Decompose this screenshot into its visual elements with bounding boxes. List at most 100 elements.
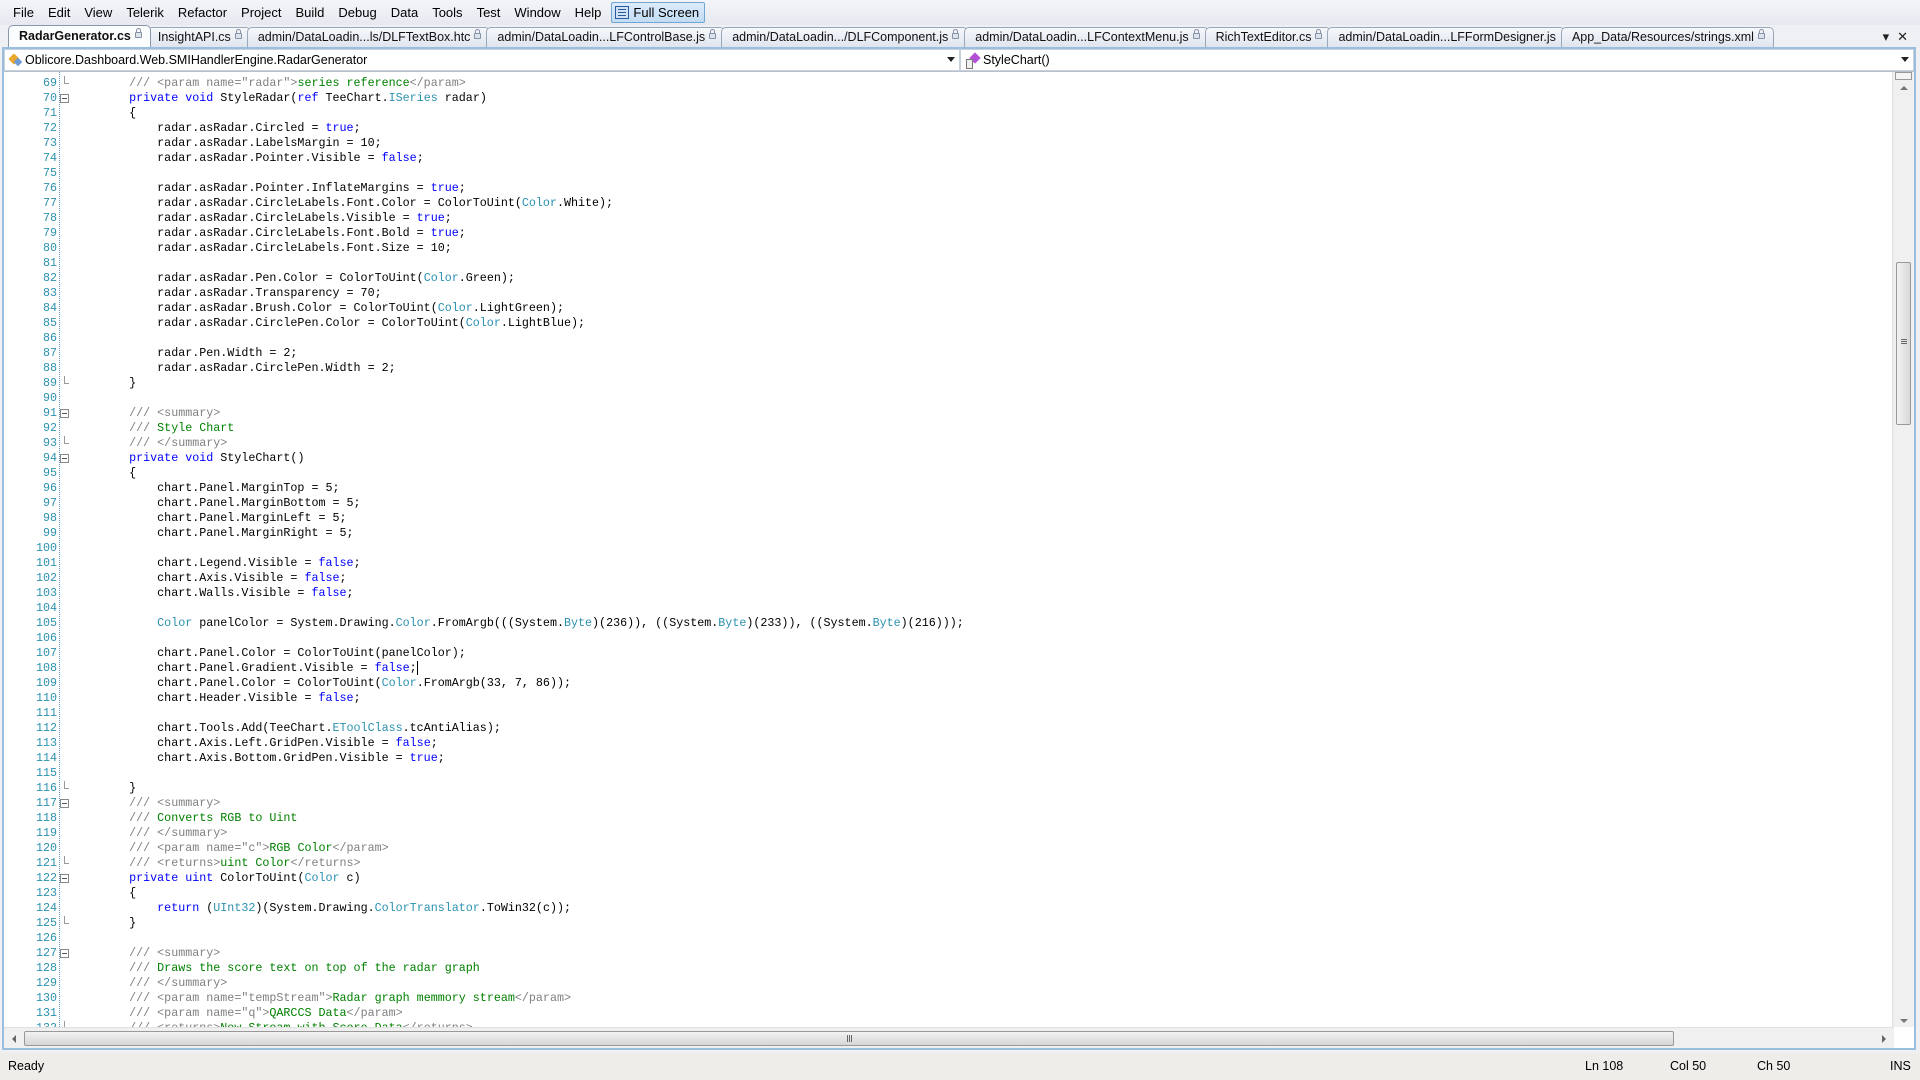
collapse-region-icon[interactable] <box>60 871 69 886</box>
code-line[interactable]: 128 /// Draws the score text on top of t… <box>4 961 1894 976</box>
vertical-scroll-thumb[interactable] <box>1896 262 1911 425</box>
code-line[interactable]: 111 <box>4 706 1894 721</box>
full-screen-button[interactable]: Full Screen <box>611 2 706 23</box>
code-line[interactable]: 75 <box>4 166 1894 181</box>
code-line[interactable]: 114 chart.Axis.Bottom.GridPen.Visible = … <box>4 751 1894 766</box>
code-line[interactable]: 80 radar.asRadar.CircleLabels.Font.Size … <box>4 241 1894 256</box>
scroll-right-arrow-icon[interactable] <box>1882 1035 1886 1043</box>
collapse-region-icon[interactable] <box>60 946 69 961</box>
menu-file[interactable]: File <box>6 2 41 24</box>
code-line[interactable]: 71 { <box>4 106 1894 121</box>
menu-help[interactable]: Help <box>568 2 609 24</box>
code-line[interactable]: 131 /// <param name="q">QARCCS Data</par… <box>4 1006 1894 1021</box>
code-line[interactable]: 84 radar.asRadar.Brush.Color = ColorToUi… <box>4 301 1894 316</box>
menu-test[interactable]: Test <box>470 2 508 24</box>
code-line[interactable]: 113 chart.Axis.Left.GridPen.Visible = fa… <box>4 736 1894 751</box>
menu-view[interactable]: View <box>77 2 119 24</box>
code-line[interactable]: 91 /// <summary> <box>4 406 1894 421</box>
code-line[interactable]: 70 private void StyleRadar(ref TeeChart.… <box>4 91 1894 106</box>
code-line[interactable]: 95 { <box>4 466 1894 481</box>
horizontal-scroll-thumb[interactable] <box>24 1031 1674 1046</box>
code-line[interactable]: 118 /// Converts RGB to Uint <box>4 811 1894 826</box>
code-line[interactable]: 83 radar.asRadar.Transparency = 70; <box>4 286 1894 301</box>
scroll-up-arrow-icon[interactable] <box>1900 86 1908 90</box>
document-tab[interactable]: admin/DataLoadin...LFFormDesigner.js <box>1327 27 1565 47</box>
code-line[interactable]: 76 radar.asRadar.Pointer.InflateMargins … <box>4 181 1894 196</box>
scroll-left-arrow-icon[interactable] <box>12 1035 16 1043</box>
code-line[interactable]: 88 radar.asRadar.CirclePen.Width = 2; <box>4 361 1894 376</box>
menu-debug[interactable]: Debug <box>331 2 383 24</box>
code-line[interactable]: 97 chart.Panel.MarginBottom = 5; <box>4 496 1894 511</box>
menu-project[interactable]: Project <box>234 2 288 24</box>
code-line[interactable]: 124 return (UInt32)(System.Drawing.Color… <box>4 901 1894 916</box>
menu-data[interactable]: Data <box>384 2 425 24</box>
code-line[interactable]: 87 radar.Pen.Width = 2; <box>4 346 1894 361</box>
collapse-region-icon[interactable] <box>60 91 69 106</box>
code-line[interactable]: 106 <box>4 631 1894 646</box>
code-line[interactable]: 116 } <box>4 781 1894 796</box>
document-tab[interactable]: InsightAPI.cs <box>146 27 251 47</box>
collapse-region-icon[interactable] <box>60 406 69 421</box>
code-line[interactable]: 104 <box>4 601 1894 616</box>
menu-refactor[interactable]: Refactor <box>171 2 234 24</box>
code-line[interactable]: 107 chart.Panel.Color = ColorToUint(pane… <box>4 646 1894 661</box>
split-handle[interactable] <box>1895 72 1912 80</box>
collapse-region-icon[interactable] <box>60 451 69 466</box>
code-line[interactable]: 77 radar.asRadar.CircleLabels.Font.Color… <box>4 196 1894 211</box>
code-line[interactable]: 79 radar.asRadar.CircleLabels.Font.Bold … <box>4 226 1894 241</box>
code-line[interactable]: 78 radar.asRadar.CircleLabels.Visible = … <box>4 211 1894 226</box>
code-line[interactable]: 89 } <box>4 376 1894 391</box>
code-line[interactable]: 110 chart.Header.Visible = false; <box>4 691 1894 706</box>
code-line[interactable]: 73 radar.asRadar.LabelsMargin = 10; <box>4 136 1894 151</box>
code-line[interactable]: 98 chart.Panel.MarginLeft = 5; <box>4 511 1894 526</box>
code-line[interactable]: 121 /// <returns>uint Color</returns> <box>4 856 1894 871</box>
code-line[interactable]: 105 Color panelColor = System.Drawing.Co… <box>4 616 1894 631</box>
code-line[interactable]: 74 radar.asRadar.Pointer.Visible = false… <box>4 151 1894 166</box>
code-line[interactable]: 90 <box>4 391 1894 406</box>
code-line[interactable]: 94 private void StyleChart() <box>4 451 1894 466</box>
document-tab[interactable]: admin/DataLoadin...ls/DLFTextBox.htc <box>246 27 491 47</box>
document-tab[interactable]: admin/DataLoadin...LFContextMenu.js <box>964 27 1209 47</box>
code-text-area[interactable]: 69 /// <param name="radar">series refere… <box>4 72 1894 1027</box>
code-line[interactable]: 119 /// </summary> <box>4 826 1894 841</box>
document-tab[interactable]: admin/DataLoadin.../DLFComponent.js <box>721 27 969 47</box>
menu-build[interactable]: Build <box>289 2 332 24</box>
scroll-down-arrow-icon[interactable] <box>1900 1019 1908 1023</box>
code-line[interactable]: 69 /// <param name="radar">series refere… <box>4 76 1894 91</box>
code-line[interactable]: 126 <box>4 931 1894 946</box>
menu-telerik[interactable]: Telerik <box>119 2 171 24</box>
code-line[interactable]: 129 /// </summary> <box>4 976 1894 991</box>
document-tab[interactable]: App_Data/Resources/strings.xml <box>1560 27 1774 47</box>
document-tab[interactable]: admin/DataLoadin...LFControlBase.js <box>486 27 726 47</box>
code-line[interactable]: 127 /// <summary> <box>4 946 1894 961</box>
code-line[interactable]: 96 chart.Panel.MarginTop = 5; <box>4 481 1894 496</box>
code-line[interactable]: 123 { <box>4 886 1894 901</box>
code-line[interactable]: 100 <box>4 541 1894 556</box>
document-tab[interactable]: RichTextEditor.cs <box>1204 27 1332 47</box>
code-line[interactable]: 103 chart.Walls.Visible = false; <box>4 586 1894 601</box>
code-line[interactable]: 125 } <box>4 916 1894 931</box>
horizontal-scrollbar[interactable] <box>4 1027 1894 1048</box>
code-line[interactable]: 81 <box>4 256 1894 271</box>
code-line[interactable]: 99 chart.Panel.MarginRight = 5; <box>4 526 1894 541</box>
code-line[interactable]: 122 private uint ColorToUint(Color c) <box>4 871 1894 886</box>
code-line[interactable]: 130 /// <param name="tempStream">Radar g… <box>4 991 1894 1006</box>
type-selector-dropdown[interactable]: Oblicore.Dashboard.Web.SMIHandlerEngine.… <box>4 49 960 71</box>
code-line[interactable]: 101 chart.Legend.Visible = false; <box>4 556 1894 571</box>
menu-tools[interactable]: Tools <box>425 2 469 24</box>
code-line[interactable]: 72 radar.asRadar.Circled = true; <box>4 121 1894 136</box>
vertical-scrollbar[interactable] <box>1892 72 1914 1027</box>
code-line[interactable]: 85 radar.asRadar.CirclePen.Color = Color… <box>4 316 1894 331</box>
menu-edit[interactable]: Edit <box>41 2 77 24</box>
code-line[interactable]: 82 radar.asRadar.Pen.Color = ColorToUint… <box>4 271 1894 286</box>
code-line[interactable]: 93 /// </summary> <box>4 436 1894 451</box>
code-line[interactable]: 115 <box>4 766 1894 781</box>
code-line[interactable]: 120 /// <param name="c">RGB Color</param… <box>4 841 1894 856</box>
code-line[interactable]: 112 chart.Tools.Add(TeeChart.EToolClass.… <box>4 721 1894 736</box>
member-selector-dropdown[interactable]: StyleChart() <box>960 49 1914 71</box>
document-tab[interactable]: RadarGenerator.cs <box>8 25 151 47</box>
code-line[interactable]: 102 chart.Axis.Visible = false; <box>4 571 1894 586</box>
code-line[interactable]: 108 chart.Panel.Gradient.Visible = false… <box>4 661 1894 676</box>
menu-window[interactable]: Window <box>507 2 567 24</box>
code-line[interactable]: 109 chart.Panel.Color = ColorToUint(Colo… <box>4 676 1894 691</box>
